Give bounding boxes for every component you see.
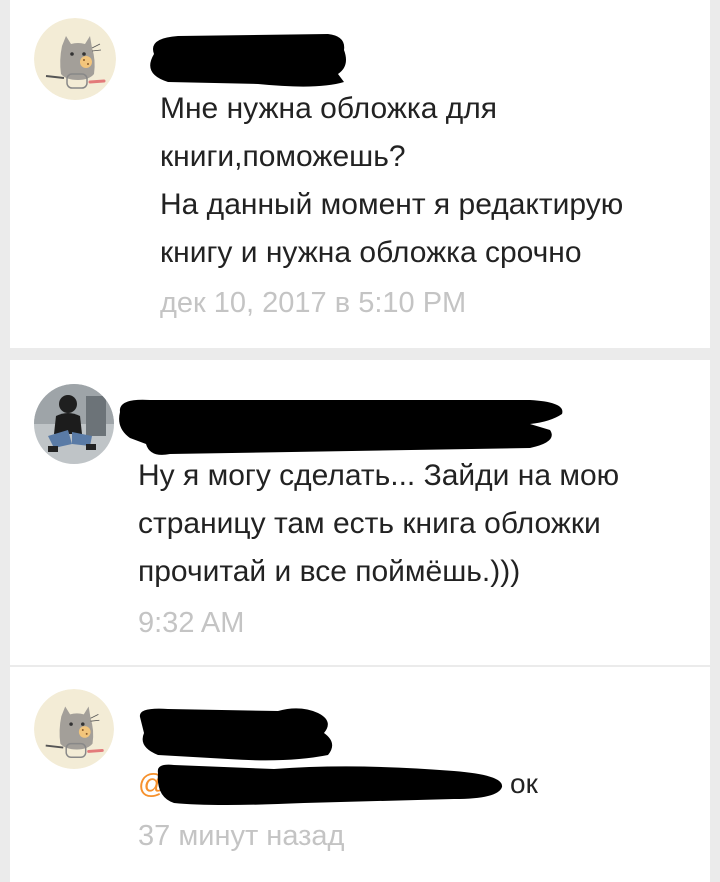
comment-line: Мне нужна обложка для: [160, 92, 497, 125]
cat-avatar-icon: [34, 18, 116, 100]
comment-text: Мне нужна обложка для книги,поможешь? На…: [160, 85, 623, 277]
cat-avatar[interactable]: [34, 18, 116, 100]
comment-card: Мне нужна обложка для книги,поможешь? На…: [10, 0, 710, 348]
comment-line: На данный момент я редактирую: [160, 188, 624, 221]
comment-text-suffix: ок: [510, 768, 538, 799]
comment-line: страницу там есть книга обложки: [138, 507, 601, 540]
comment-line: прочитай и все поймёшь.))): [138, 555, 521, 588]
comment-line: книгу и нужна обложка срочно: [160, 236, 582, 269]
photo-avatar[interactable]: [34, 384, 114, 464]
comment-timestamp: 9:32 AM: [138, 607, 245, 639]
comment-card: Ну я могу сделать... Зайди на мою страни…: [10, 360, 710, 665]
comment-card: @ ок 37 минут назад: [10, 667, 710, 882]
author-name-redacted: [138, 26, 354, 93]
cat-avatar[interactable]: [34, 689, 114, 769]
photo-avatar-icon: [34, 384, 114, 464]
cat-avatar-icon: [34, 689, 114, 769]
mention-name-redacted[interactable]: [154, 759, 510, 814]
comment-timestamp: 37 минут назад: [138, 820, 345, 852]
comment-text: Ну я могу сделать... Зайди на мою страни…: [138, 452, 619, 596]
comment-timestamp: дек 10, 2017 в 5:10 PM: [160, 287, 467, 319]
comment-line: книги,поможешь?: [160, 140, 406, 173]
comment-line: Ну я могу сделать... Зайди на мою: [138, 459, 620, 492]
